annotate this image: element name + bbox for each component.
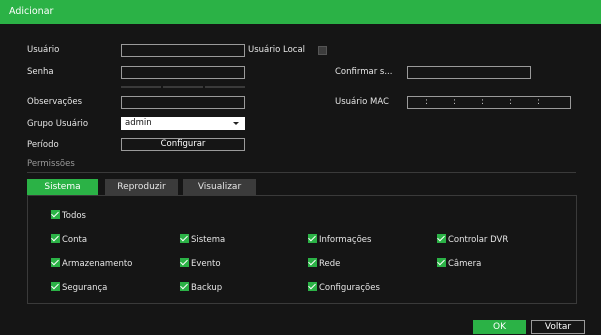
checkbox-checked-icon	[308, 282, 317, 291]
mac-separator: :	[509, 97, 512, 107]
back-button[interactable]: Voltar	[531, 320, 585, 334]
perm-conta-checkbox[interactable]: Conta	[51, 234, 87, 245]
mac-separator: :	[425, 97, 428, 107]
password-strength-bar-3	[205, 86, 245, 88]
perm-seguranca-checkbox[interactable]: Segurança	[51, 282, 107, 293]
notes-label: Observações	[27, 97, 83, 107]
password-label: Senha	[27, 67, 54, 77]
perm-label: Controlar DVR	[448, 235, 509, 245]
local-user-label: Usuário Local	[248, 45, 306, 55]
tab-visualizar[interactable]: Visualizar	[183, 179, 256, 195]
user-group-select[interactable]: admin	[121, 117, 245, 130]
mac-separator: :	[537, 97, 540, 107]
perm-evento-checkbox[interactable]: Evento	[180, 258, 221, 269]
ok-button[interactable]: OK	[473, 320, 526, 334]
confirm-password-label: Confirmar s...	[335, 67, 393, 77]
perm-rede-checkbox[interactable]: Rede	[308, 258, 340, 269]
perm-backup-checkbox[interactable]: Backup	[180, 282, 222, 293]
perm-label: Backup	[191, 283, 223, 293]
password-strength-bar-1	[121, 86, 161, 88]
perm-label: Informações	[319, 235, 372, 245]
perm-label: Todos	[62, 211, 86, 221]
user-group-label: Grupo Usuário	[27, 119, 89, 129]
perm-configuracoes-checkbox[interactable]: Configurações	[308, 282, 380, 293]
perm-camera-checkbox[interactable]: Câmera	[437, 258, 481, 269]
perm-label: Configurações	[319, 283, 380, 293]
perm-label: Armazenamento	[62, 259, 133, 269]
perm-todos-checkbox[interactable]: Todos	[51, 210, 86, 221]
perm-label: Conta	[62, 235, 88, 245]
perm-label: Câmera	[448, 259, 482, 269]
checkbox-checked-icon	[51, 210, 60, 219]
mac-separator: :	[481, 97, 484, 107]
checkbox-checked-icon	[180, 282, 189, 291]
checkbox-checked-icon	[308, 258, 317, 267]
dialog-title: Adicionar	[0, 0, 601, 24]
checkbox-checked-icon	[51, 282, 60, 291]
username-input[interactable]	[121, 44, 245, 57]
period-label: Período	[27, 140, 59, 150]
username-label: Usuário	[27, 45, 60, 55]
local-user-checkbox[interactable]	[318, 46, 327, 55]
checkbox-checked-icon	[437, 234, 446, 243]
chevron-down-icon	[233, 122, 239, 125]
perm-label: Segurança	[62, 283, 108, 293]
perm-label: Sistema	[191, 235, 226, 245]
tab-reproduzir[interactable]: Reproduzir	[105, 179, 178, 195]
notes-input[interactable]	[121, 96, 245, 109]
perm-label: Evento	[191, 259, 221, 269]
checkbox-checked-icon	[51, 258, 60, 267]
mac-address-input[interactable]: : : : : :	[407, 96, 571, 109]
mac-user-label: Usuário MAC	[335, 97, 389, 107]
configure-button[interactable]: Configurar	[121, 138, 245, 151]
password-input[interactable]	[121, 66, 245, 79]
checkbox-checked-icon	[51, 234, 60, 243]
checkbox-checked-icon	[308, 234, 317, 243]
perm-sistema-checkbox[interactable]: Sistema	[180, 234, 225, 245]
password-strength-bar-2	[163, 86, 203, 88]
perm-informacoes-checkbox[interactable]: Informações	[308, 234, 371, 245]
perm-controlar-dvr-checkbox[interactable]: Controlar DVR	[437, 234, 508, 245]
checkbox-checked-icon	[180, 234, 189, 243]
checkbox-checked-icon	[437, 258, 446, 267]
add-user-dialog: Adicionar Usuário Usuário Local Senha Co…	[0, 0, 601, 335]
tab-sistema[interactable]: Sistema	[27, 179, 98, 195]
user-group-value: admin	[125, 118, 152, 128]
confirm-password-input[interactable]	[407, 66, 531, 79]
perm-label: Rede	[319, 259, 341, 269]
perm-armazenamento-checkbox[interactable]: Armazenamento	[51, 258, 132, 269]
section-divider	[27, 172, 576, 173]
checkbox-checked-icon	[180, 258, 189, 267]
permissions-panel	[27, 195, 577, 304]
mac-separator: :	[453, 97, 456, 107]
permissions-section-label: Permissões	[27, 159, 75, 169]
